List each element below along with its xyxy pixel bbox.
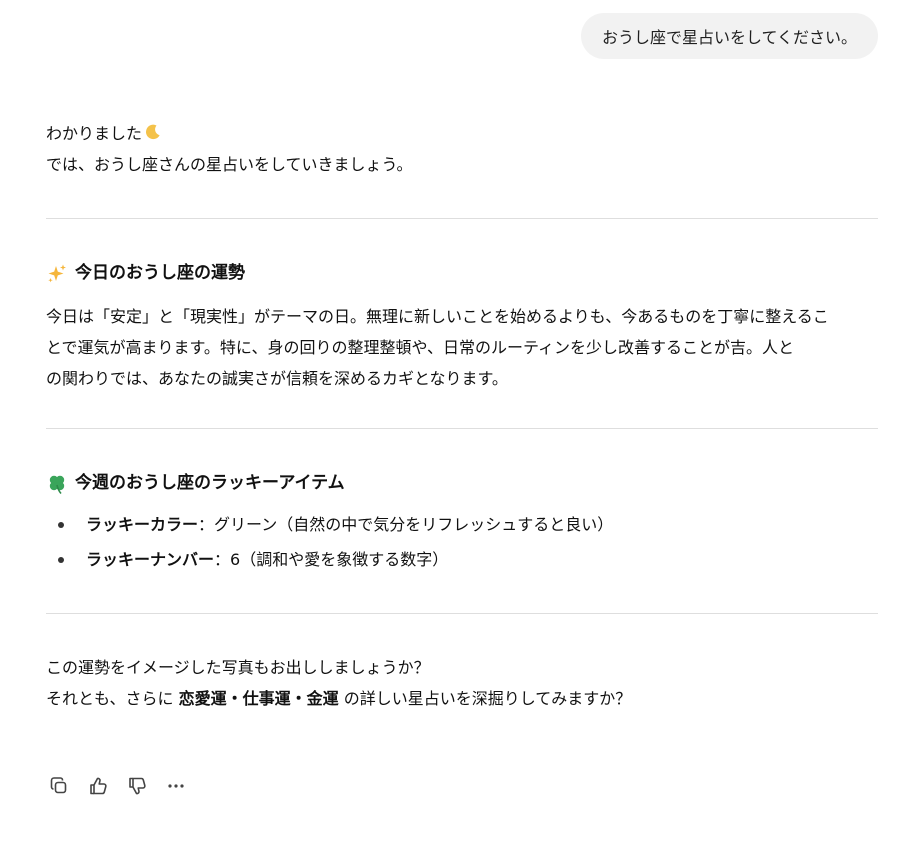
divider bbox=[46, 218, 878, 219]
four-leaf-clover-icon bbox=[46, 473, 68, 495]
section-title-lucky-items-text: 今週のおうし座のラッキーアイテム bbox=[75, 473, 345, 493]
closing-line-2: それとも、さらに 恋愛運・仕事運・金運 の詳しい星占いを深掘りしてみますか？ bbox=[46, 683, 878, 714]
user-message-text: おうし座で星占いをしてください。 bbox=[601, 28, 857, 47]
closing-suffix: の詳しい星占いを深掘りしてみますか？ bbox=[338, 689, 632, 708]
list-item: ラッキーナンバー：6（調和や愛を象徴する数字） bbox=[46, 542, 878, 577]
message-actions bbox=[46, 772, 189, 800]
section-title-fortune-text: 今日のおうし座の運勢 bbox=[75, 263, 245, 283]
divider bbox=[46, 428, 878, 429]
closing-line-1: この運勢をイメージした写真もお出ししましょうか？ bbox=[46, 658, 430, 677]
assistant-response: わかりました では、おうし座さんの星占いをしていきましょう。 今日のおうし座の運… bbox=[46, 118, 878, 714]
lucky-number-label: ラッキーナンバー bbox=[86, 550, 215, 569]
thumbs-up-icon[interactable] bbox=[85, 772, 111, 800]
lucky-number-value: ：6（調和や愛を象徴する数字） bbox=[214, 550, 449, 569]
section-title-fortune: 今日のおうし座の運勢 bbox=[46, 258, 878, 289]
sparkles-icon bbox=[46, 263, 68, 285]
fortune-line: の関わりでは、あなたの誠実さが信頼を深めるカギとなります。 bbox=[46, 369, 508, 388]
copy-icon[interactable] bbox=[46, 772, 72, 800]
bullet bbox=[58, 522, 64, 528]
fortune-paragraph: 今日は「安定」と「現実性」がテーマの日。無理に新しいことを始めるよりも、今あるも… bbox=[46, 301, 878, 394]
user-message-bubble: おうし座で星占いをしてください。 bbox=[580, 13, 878, 59]
lucky-color-value: ：グリーン（自然の中で気分をリフレッシュすると良い） bbox=[198, 515, 614, 534]
divider bbox=[46, 613, 878, 614]
crescent-moon-icon bbox=[144, 120, 161, 140]
section-title-lucky-items: 今週のおうし座のラッキーアイテム bbox=[46, 468, 878, 499]
thumbs-down-icon[interactable] bbox=[124, 772, 150, 800]
bullet bbox=[58, 557, 64, 563]
lucky-items-list: ラッキーカラー：グリーン（自然の中で気分をリフレッシュすると良い） ラッキーナン… bbox=[46, 507, 878, 577]
closing-paragraph: この運勢をイメージした写真もお出ししましょうか？ それとも、さらに 恋愛運・仕事… bbox=[46, 652, 878, 714]
closing-bold: 恋愛運・仕事運・金運 bbox=[178, 689, 339, 708]
closing-prefix: それとも、さらに bbox=[46, 689, 179, 708]
intro-line-1: わかりました bbox=[46, 118, 878, 149]
lucky-color-label: ラッキーカラー bbox=[86, 515, 199, 534]
fortune-line: とで運気が高まります。特に、身の回りの整理整頓や、日常のルーティンを少し改善する… bbox=[46, 338, 795, 357]
intro-text-1: わかりました bbox=[46, 124, 143, 143]
list-item: ラッキーカラー：グリーン（自然の中で気分をリフレッシュすると良い） bbox=[46, 507, 878, 542]
more-icon[interactable] bbox=[163, 772, 189, 800]
intro-line-2: では、おうし座さんの星占いをしていきましょう。 bbox=[46, 155, 413, 174]
fortune-line: 今日は「安定」と「現実性」がテーマの日。無理に新しいことを始めるよりも、今あるも… bbox=[46, 307, 829, 326]
